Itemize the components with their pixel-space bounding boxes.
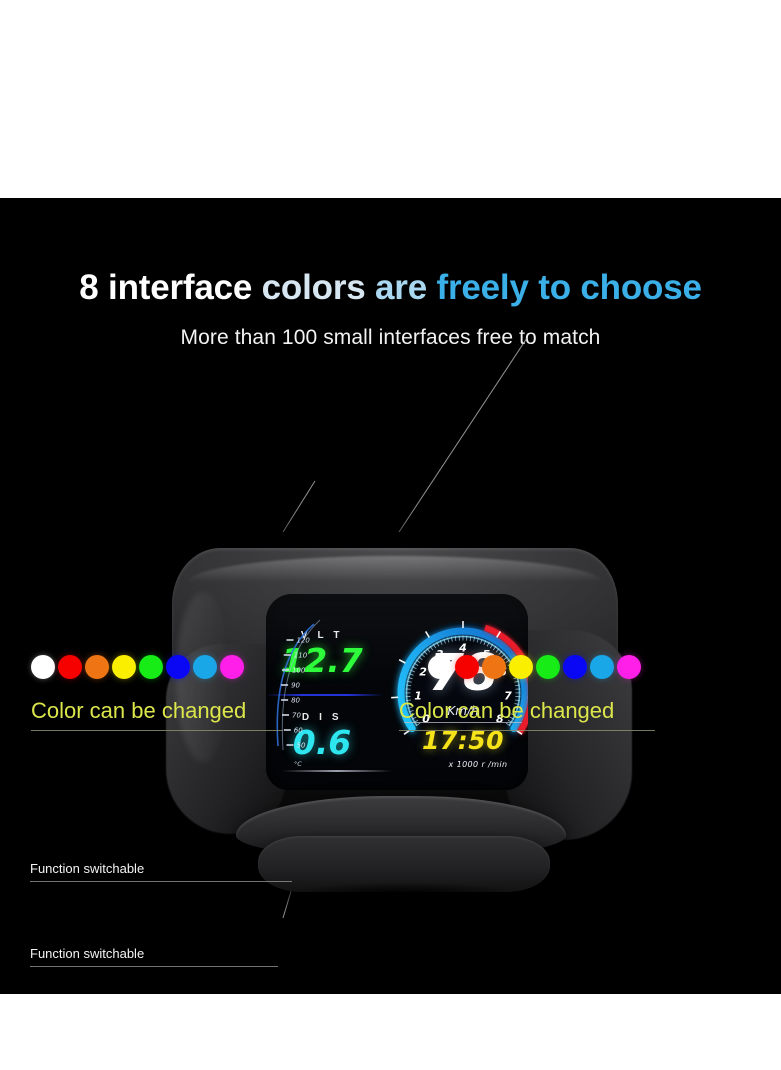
rpm-speed-gauge[interactable]: 012345678 78 Km/h 17:50 x 1000 r /min [370, 600, 528, 786]
hud-screen[interactable]: V L T 12.7 D I S 0.6 120 110 100 90 80 7… [266, 594, 528, 790]
color-swatch-1[interactable] [31, 655, 55, 679]
temp-label-110: 110 [294, 652, 308, 660]
page-title: 8 interface colors are freely to choose [0, 268, 781, 308]
temp-label-80: 80 [291, 697, 300, 705]
color-swatch-5[interactable] [139, 655, 163, 679]
temp-label-100: 100 [292, 667, 306, 675]
color-swatch-2[interactable] [455, 655, 479, 679]
palette-row-right[interactable] [428, 655, 641, 679]
product-hero-panel: 8 interface colors are freely to choose … [0, 198, 781, 994]
color-swatch-8[interactable] [617, 655, 641, 679]
color-swatch-3[interactable] [85, 655, 109, 679]
color-swatch-4[interactable] [112, 655, 136, 679]
color-swatch-8[interactable] [220, 655, 244, 679]
color-swatch-1[interactable] [428, 655, 452, 679]
headline-part-3: are [375, 268, 437, 307]
temp-label-90: 90 [291, 682, 300, 690]
rpm-unit-label: x 1000 r /min [448, 760, 508, 769]
headline-part-2: colors [261, 268, 376, 307]
color-swatch-2[interactable] [58, 655, 82, 679]
temp-unit-label: °C [294, 760, 302, 768]
device-shell: V L T 12.7 D I S 0.6 120 110 100 90 80 7… [150, 534, 640, 934]
palette-caption-right: Color can be changed [399, 698, 615, 723]
temp-label-50: 50 [297, 742, 306, 750]
color-swatch-6[interactable] [563, 655, 587, 679]
color-swatch-4[interactable] [509, 655, 533, 679]
annotation-function-switchable-2: Function switchable [30, 946, 145, 961]
palette-rule-left [31, 730, 283, 731]
temp-label-120: 120 [297, 637, 311, 645]
device-ground-shadow [242, 878, 564, 908]
color-swatch-5[interactable] [536, 655, 560, 679]
temp-label-60: 60 [294, 727, 303, 735]
annotation-rule-2 [30, 966, 278, 967]
hud-device: V L T 12.7 D I S 0.6 120 110 100 90 80 7… [150, 534, 640, 934]
headline-part-1: 8 interface [79, 268, 262, 307]
annotation-function-switchable-1: Function switchable [30, 861, 145, 876]
annotation-rule-1 [30, 881, 292, 882]
headline-part-4: freely to choose [436, 268, 702, 307]
color-swatch-7[interactable] [590, 655, 614, 679]
color-swatch-3[interactable] [482, 655, 506, 679]
temp-label-70: 70 [292, 712, 301, 720]
color-swatch-6[interactable] [166, 655, 190, 679]
palette-caption-left: Color can be changed [31, 698, 247, 723]
page-root: 8 interface colors are freely to choose … [0, 0, 781, 1070]
palette-rule-right [399, 730, 655, 731]
color-swatch-7[interactable] [193, 655, 217, 679]
temperature-scale: 120 110 100 90 80 70 60 50 °C [268, 618, 324, 770]
palette-row-left[interactable] [31, 655, 244, 679]
page-subtitle: More than 100 small interfaces free to m… [180, 326, 601, 349]
